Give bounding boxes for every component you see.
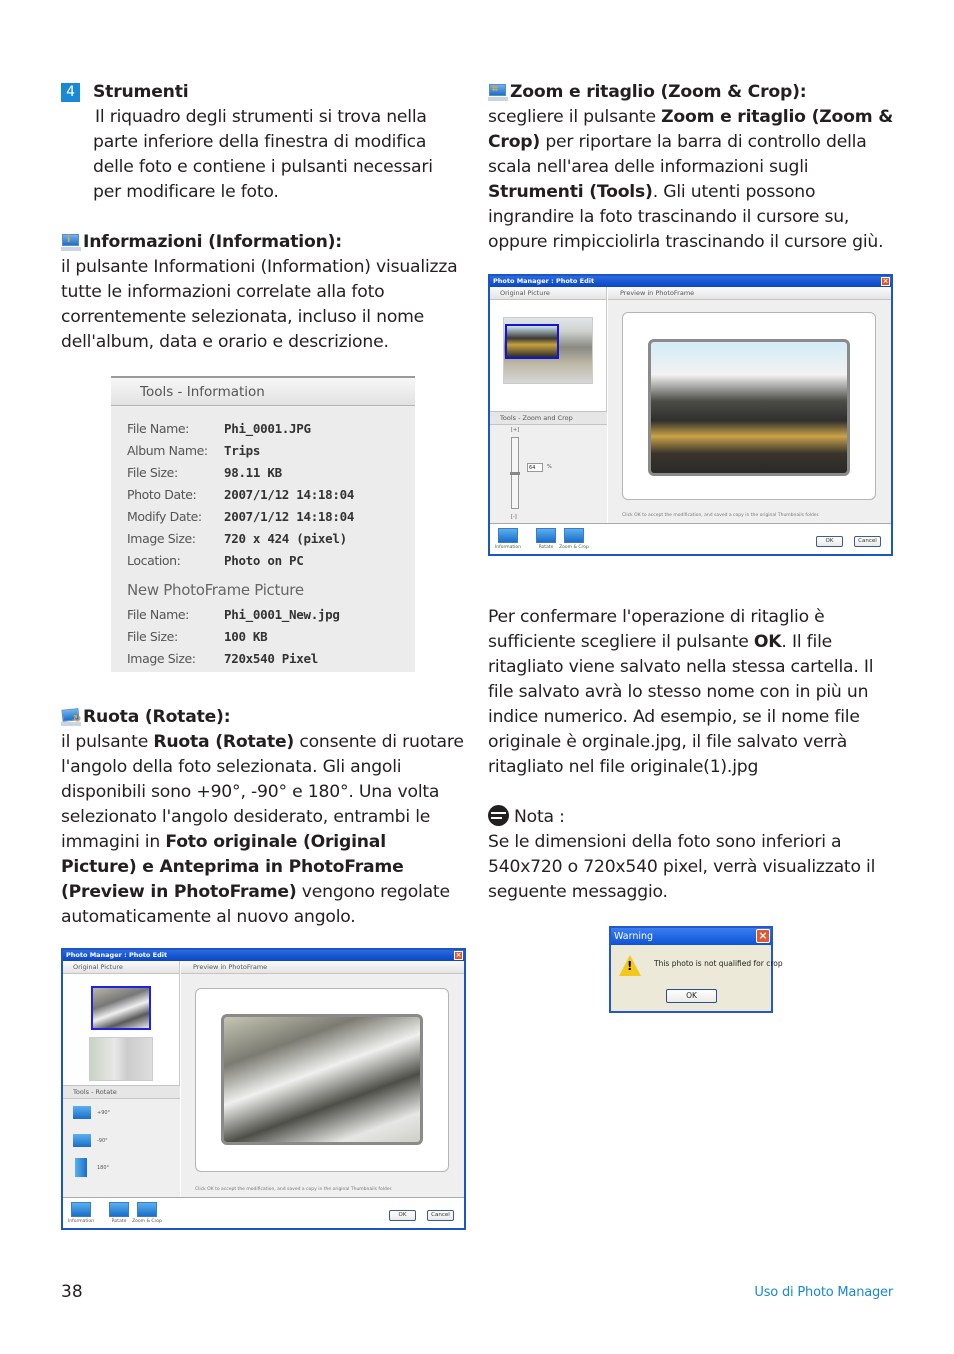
- warning-message: This photo is not qualified for crop: [654, 959, 783, 968]
- rotate-minus90-option[interactable]: -90°: [73, 1134, 108, 1147]
- step-title: Strumenti: [93, 82, 189, 102]
- rotate-180-option[interactable]: 180°: [75, 1158, 109, 1177]
- section-title: Uso di Photo Manager: [754, 1285, 893, 1300]
- rotate-plus90-option[interactable]: +90°: [73, 1106, 110, 1119]
- zoom-minus-label: [-]: [511, 514, 517, 520]
- information-icon: [71, 1202, 91, 1217]
- zoom-crop-body: scegliere il pulsante Zoom e ritaglio (Z…: [488, 107, 893, 252]
- info-row: File Name: Phi_0001_New.jpg: [127, 607, 340, 622]
- info-row: Image Size: 720x540 Pixel: [127, 651, 318, 666]
- photo-edit-window-crop: Photo Manager : Photo Edit × Original Pic…: [488, 274, 893, 556]
- new-photoframe-title: New PhotoFrame Picture: [127, 581, 304, 599]
- zoom-value-input[interactable]: 64: [527, 463, 543, 472]
- rotate-minus90-icon: [73, 1134, 91, 1147]
- hint-text: Click OK to accept the modification, and…: [195, 1187, 393, 1192]
- information-body: il pulsante Informationi (Information) v…: [61, 257, 458, 352]
- crop-selection-box[interactable]: [505, 324, 559, 359]
- note-body: Se le dimensioni della foto sono inferio…: [488, 832, 876, 902]
- zoom-crop-tool-button[interactable]: Zoom & Crop: [558, 528, 590, 550]
- step-4-section: 4 Strumenti Il riquadro degli strumenti …: [61, 80, 466, 205]
- zoom-plus-label: [+]: [511, 427, 520, 433]
- page-number: 38: [61, 1282, 83, 1302]
- crop-icon: [564, 528, 584, 543]
- preview-photo: [221, 1014, 423, 1145]
- info-row: File Size: 100 KB: [127, 629, 268, 644]
- zoom-crop-section: ⌗ Zoom e ritaglio (Zoom & Crop): sceglie…: [488, 80, 898, 255]
- hint-text: Click OK to accept the modification, and…: [622, 513, 820, 518]
- preview-label: Preview in PhotoFrame: [608, 287, 891, 300]
- tools-toolbar: Information Rotate Zoom & Crop OK Cancel: [63, 1197, 464, 1228]
- tools-rotate-label: Tools - Rotate: [63, 1086, 180, 1099]
- original-picture-pane: Original Picture: [490, 287, 607, 411]
- information-tool-button[interactable]: Information: [492, 528, 524, 550]
- ok-button[interactable]: OK: [389, 1210, 416, 1221]
- info-row: Album Name: Trips: [127, 443, 261, 458]
- rotate-icon: [536, 528, 556, 543]
- original-picture-pane: Original Picture: [63, 961, 180, 1085]
- step-number-badge: 4: [61, 83, 80, 102]
- zoom-crop-icon: ⌗: [488, 83, 508, 102]
- confirm-paragraph: Per confermare l'operazione di ritaglio …: [488, 607, 874, 777]
- information-heading: i Informazioni (Information):: [61, 230, 466, 255]
- info-row: Photo Date: 2007/1/12 14:18:04: [127, 487, 355, 502]
- information-section: i Informazioni (Information): il pulsant…: [61, 230, 466, 355]
- tools-zoom-crop-pane: Tools - Zoom and Crop [+] [-] 64 %: [490, 411, 607, 526]
- information-icon: [498, 528, 518, 543]
- information-tool-button[interactable]: Information: [65, 1202, 97, 1224]
- cancel-button[interactable]: Cancel: [854, 536, 881, 547]
- window-titlebar: Photo Manager : Photo Edit ×: [63, 950, 464, 961]
- info-row: File Name: Phi_0001.JPG: [127, 421, 311, 436]
- close-icon[interactable]: ×: [756, 929, 770, 943]
- zoom-slider-thumb[interactable]: [510, 472, 520, 475]
- warning-ok-button[interactable]: OK: [666, 989, 717, 1003]
- note-section: Nota : Se le dimensioni della foto sono …: [488, 805, 898, 905]
- preview-photo: [648, 339, 850, 476]
- zoom-crop-heading: ⌗ Zoom e ritaglio (Zoom & Crop):: [488, 80, 898, 105]
- close-icon[interactable]: ×: [454, 951, 463, 960]
- step-body: Il riquadro degli strumenti si trova nel…: [93, 107, 433, 202]
- photoframe-preview: [622, 312, 876, 500]
- warning-dialog: Warning × ! This photo is not qualified f…: [609, 926, 783, 1013]
- preview-pane: Preview in PhotoFrame Click OK to accept…: [608, 287, 891, 523]
- zoom-unit-label: %: [547, 464, 552, 470]
- frame-thumbnail: [89, 1037, 153, 1081]
- rotate-body: il pulsante Ruota (Rotate) consente di r…: [61, 732, 464, 927]
- close-icon[interactable]: ×: [881, 277, 890, 286]
- window-titlebar: Photo Manager : Photo Edit ×: [490, 276, 891, 287]
- step-heading: 4 Strumenti: [61, 80, 466, 105]
- information-icon: i: [61, 233, 81, 252]
- rotate-heading: ↻ Ruota (Rotate):: [61, 705, 466, 730]
- rotate-section: ↻ Ruota (Rotate): il pulsante Ruota (Rot…: [61, 705, 466, 930]
- rotate-plus90-icon: [73, 1106, 91, 1119]
- tools-zoom-crop-label: Tools - Zoom and Crop: [490, 412, 607, 425]
- tools-rotate-pane: Tools - Rotate +90° -90° 180°: [63, 1085, 180, 1200]
- info-row: Location: Photo on PC: [127, 553, 304, 568]
- ok-button[interactable]: OK: [816, 536, 843, 547]
- info-row: Modify Date: 2007/1/12 14:18:04: [127, 509, 355, 524]
- original-thumbnail[interactable]: [91, 986, 151, 1030]
- zoom-crop-tool-button[interactable]: Zoom & Crop: [131, 1202, 163, 1224]
- rotate-icon: ↻: [61, 707, 81, 727]
- note-heading: Nota :: [488, 805, 898, 830]
- cancel-button[interactable]: Cancel: [427, 1210, 454, 1221]
- warning-titlebar: Warning ×: [611, 928, 771, 945]
- info-row: File Size: 98.11 KB: [127, 465, 282, 480]
- rotate-180-icon: [75, 1158, 87, 1177]
- original-picture-label: Original Picture: [63, 961, 179, 974]
- preview-label: Preview in PhotoFrame: [181, 961, 464, 974]
- tools-toolbar: Information Rotate Zoom & Crop OK Cancel: [490, 523, 891, 554]
- exclamation-icon: !: [627, 959, 633, 973]
- crop-icon: [137, 1202, 157, 1217]
- tools-information-panel: Tools - Information File Name: Phi_0001.J…: [111, 376, 415, 672]
- preview-pane: Preview in PhotoFrame Click OK to accept…: [181, 961, 464, 1197]
- info-row: Image Size: 720 x 424 (pixel): [127, 531, 347, 546]
- zoom-slider[interactable]: [510, 437, 520, 509]
- photo-edit-window-rotate: Photo Manager : Photo Edit × Original Pic…: [61, 948, 466, 1230]
- rotate-icon: [109, 1202, 129, 1217]
- panel-title: Tools - Information: [111, 378, 415, 406]
- original-picture-label: Original Picture: [490, 287, 606, 300]
- photoframe-preview: [195, 988, 449, 1172]
- note-icon: [488, 805, 509, 826]
